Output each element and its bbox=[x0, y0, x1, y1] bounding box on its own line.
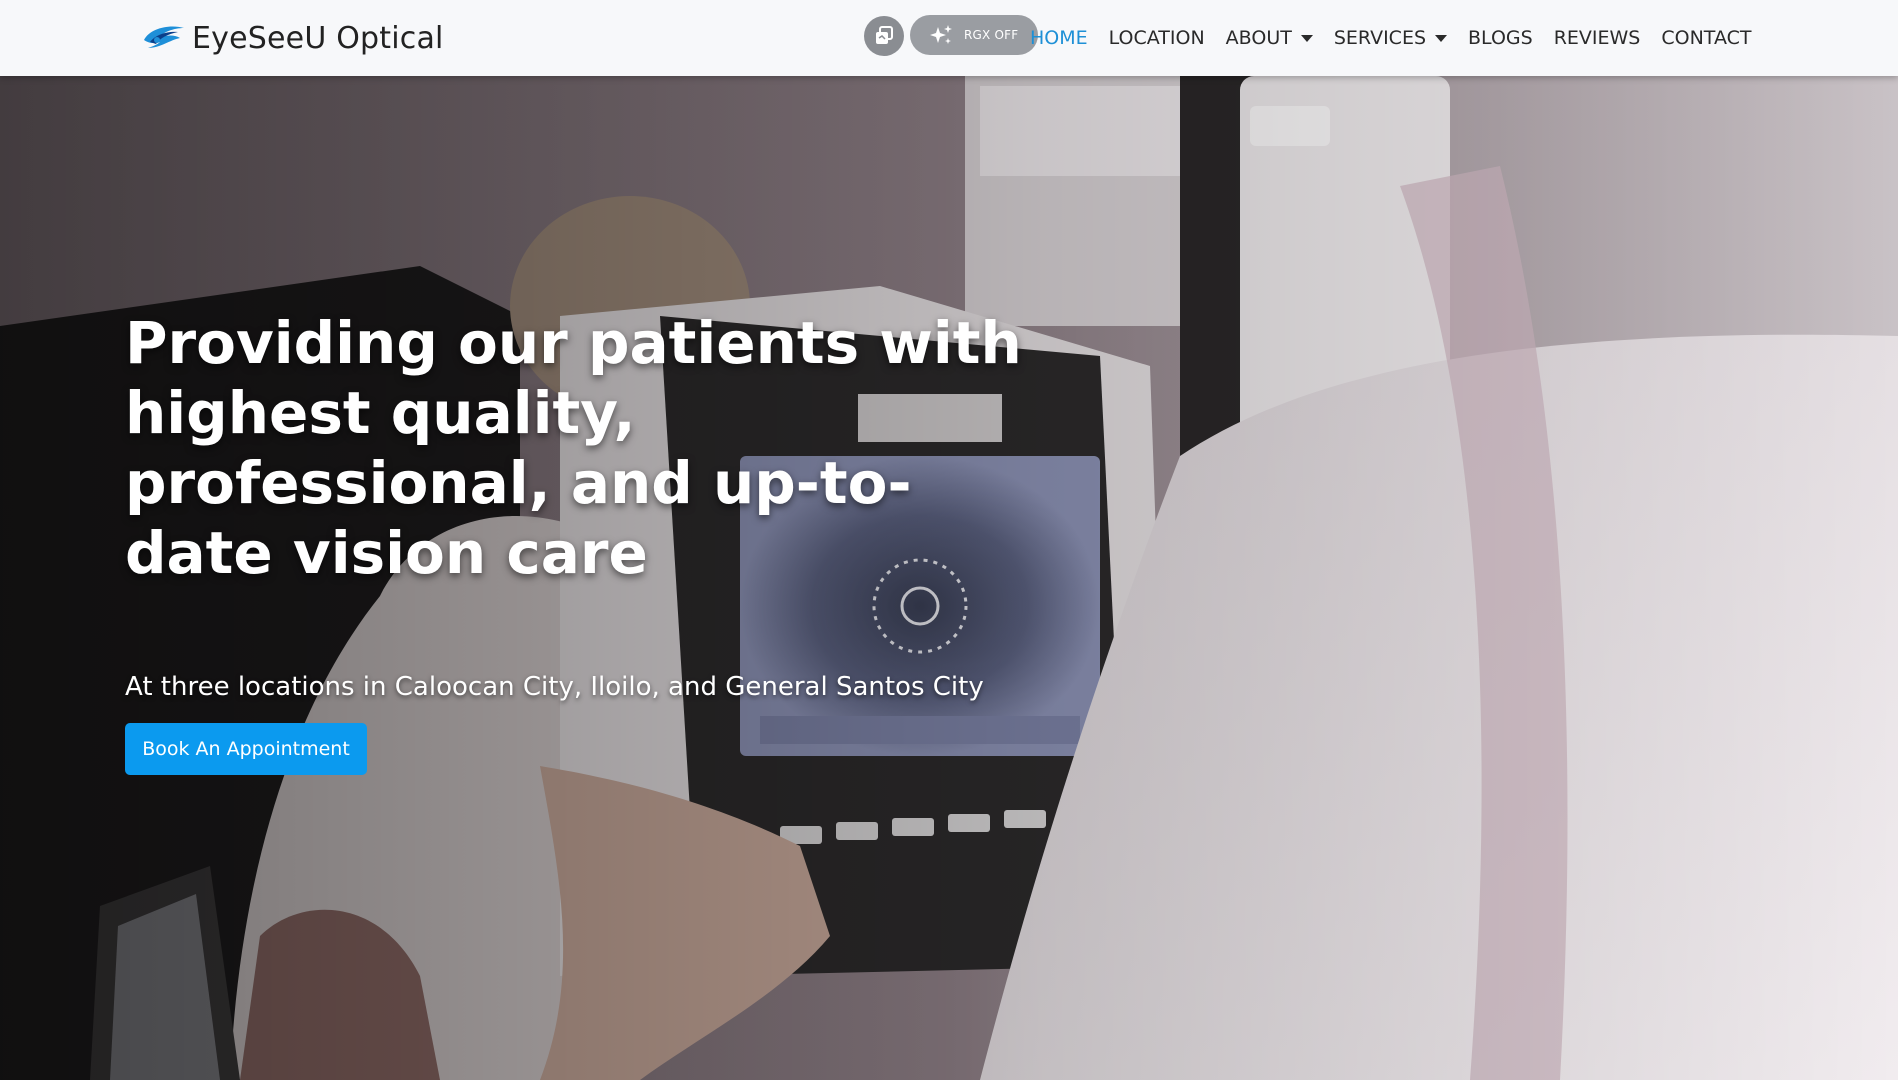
nav-blogs-label: BLOGS bbox=[1468, 27, 1533, 49]
sparkle-icon bbox=[930, 25, 952, 44]
nav-location[interactable]: LOCATION bbox=[1109, 27, 1205, 49]
book-appointment-button[interactable]: Book An Appointment bbox=[125, 723, 367, 775]
rgx-label: RGX OFF bbox=[964, 28, 1019, 42]
nav-services-label: SERVICES bbox=[1333, 27, 1427, 49]
nav-services[interactable]: SERVICES bbox=[1333, 27, 1448, 49]
nav-about[interactable]: ABOUT bbox=[1226, 27, 1313, 49]
top-navbar: EyeSeeU Optical RGX OFF HOME LOCATION AB… bbox=[0, 0, 1898, 76]
chevron-down-icon bbox=[1300, 34, 1313, 42]
nav-location-label: LOCATION bbox=[1108, 27, 1205, 49]
nav-home[interactable]: HOME bbox=[1030, 27, 1088, 49]
nav-contact-label: CONTACT bbox=[1661, 27, 1752, 49]
nav-contact[interactable]: CONTACT bbox=[1661, 27, 1751, 49]
brand[interactable]: EyeSeeU Optical bbox=[140, 16, 444, 60]
nav-blogs[interactable]: BLOGS bbox=[1468, 27, 1533, 49]
nav-reviews-label: REVIEWS bbox=[1553, 27, 1641, 49]
hero-section: Providing our patients with highest qual… bbox=[0, 76, 1898, 1080]
copy-button[interactable] bbox=[864, 16, 904, 56]
main-nav: HOME LOCATION ABOUT SERVICES BLOGS REVIE… bbox=[1030, 22, 1772, 54]
nav-reviews[interactable]: REVIEWS bbox=[1554, 27, 1641, 49]
chevron-down-icon bbox=[1435, 34, 1448, 42]
nav-home-label: HOME bbox=[1030, 27, 1088, 49]
brand-name: EyeSeeU Optical bbox=[192, 20, 444, 56]
hero-title: Providing our patients with highest qual… bbox=[125, 309, 1022, 587]
rgx-toggle[interactable]: RGX OFF bbox=[910, 15, 1038, 55]
nav-about-label: ABOUT bbox=[1225, 27, 1292, 49]
hero-subtitle: At three locations in Caloocan City, Ilo… bbox=[125, 672, 984, 702]
eye-swirl-logo-icon bbox=[144, 26, 184, 48]
copy-icon bbox=[876, 26, 893, 44]
